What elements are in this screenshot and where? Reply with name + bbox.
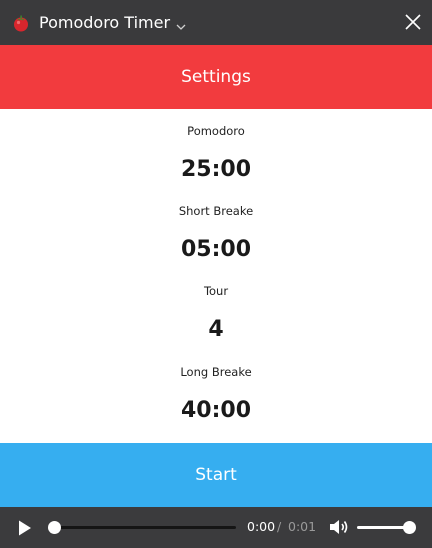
tour-value[interactable]: 4	[0, 317, 432, 342]
title-bar: Pomodoro Timer	[0, 0, 432, 45]
long-break-label: Long Breake	[180, 365, 252, 379]
long-break-value[interactable]: 40:00	[0, 398, 432, 423]
current-time: 0:00	[247, 519, 276, 534]
play-icon[interactable]	[17, 519, 33, 537]
seek-bar[interactable]	[50, 526, 236, 529]
short-break-label: Short Breake	[178, 204, 254, 218]
media-controls: 0:00 / 0:01	[0, 507, 432, 548]
short-break-value[interactable]: 05:00	[0, 237, 432, 262]
total-time: 0:01	[288, 519, 317, 534]
pomodoro-label: Pomodoro	[187, 124, 245, 138]
start-button[interactable]: Start	[0, 443, 432, 507]
time-separator: /	[277, 519, 282, 534]
pomodoro-value[interactable]: 25:00	[0, 157, 432, 182]
tomato-icon	[12, 14, 30, 32]
app-window: Pomodoro Timer Settings Pomodoro 25:00 S…	[0, 0, 432, 548]
close-icon[interactable]	[403, 12, 423, 32]
settings-button[interactable]: Settings	[0, 45, 432, 109]
volume-handle[interactable]	[403, 521, 416, 534]
chevron-down-icon[interactable]	[175, 18, 187, 30]
app-title: Pomodoro Timer	[39, 13, 171, 32]
volume-icon[interactable]	[329, 518, 349, 536]
tour-label: Tour	[203, 284, 229, 298]
seek-handle[interactable]	[48, 521, 61, 534]
